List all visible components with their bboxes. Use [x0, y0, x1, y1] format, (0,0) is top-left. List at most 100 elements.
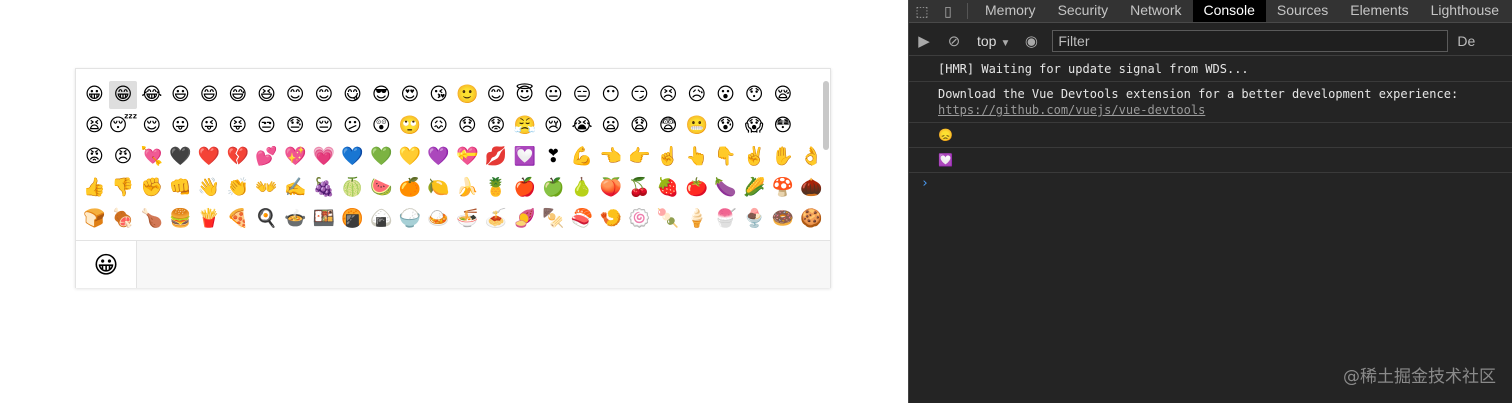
emoji-item[interactable]: 😖 [424, 112, 453, 140]
emoji-item[interactable]: 🍲 [281, 205, 310, 233]
footer-tab-smileys[interactable]: 😀 [76, 241, 137, 288]
tab-lighthouse[interactable]: Lighthouse [1420, 0, 1511, 22]
emoji-item[interactable]: 😎 [367, 81, 396, 109]
emoji-item[interactable]: 🍛 [424, 205, 453, 233]
emoji-item[interactable]: 💛 [396, 143, 425, 171]
emoji-item[interactable]: 😔 [310, 112, 339, 140]
emoji-item[interactable]: 😴 [109, 112, 138, 140]
emoji-item[interactable]: 🍌 [453, 174, 482, 202]
emoji-item[interactable]: 👈 [596, 143, 625, 171]
console-prompt[interactable]: › [909, 173, 1512, 194]
emoji-item[interactable]: 🌰 [797, 174, 822, 202]
emoji-item[interactable]: 🍒 [625, 174, 654, 202]
sidebar-toggle-icon[interactable]: ▶ [909, 28, 939, 54]
emoji-item[interactable]: 🍔 [166, 205, 195, 233]
emoji-item[interactable]: 😣 [654, 81, 683, 109]
emoji-item[interactable]: ❤️ [195, 143, 224, 171]
emoji-item[interactable]: 😧 [625, 112, 654, 140]
emoji-item[interactable]: 😀 [80, 81, 109, 109]
emoji-item[interactable]: 🍘 [338, 205, 367, 233]
tab-network[interactable]: Network [1119, 0, 1192, 22]
emoji-item[interactable]: 😭 [568, 112, 597, 140]
emoji-item[interactable]: 🍈 [338, 174, 367, 202]
emoji-item[interactable]: 🙂 [453, 81, 482, 109]
emoji-item[interactable]: 🍨 [740, 205, 769, 233]
emoji-item[interactable]: 😨 [654, 112, 683, 140]
emoji-item[interactable]: 🍡 [654, 205, 683, 233]
emoji-item[interactable]: 😜 [195, 112, 224, 140]
emoji-item[interactable]: 👆 [682, 143, 711, 171]
emoji-item[interactable]: 😋 [338, 81, 367, 109]
emoji-item[interactable]: 👋 [195, 174, 224, 202]
emoji-item[interactable]: 👉 [625, 143, 654, 171]
emoji-item[interactable]: 🍖 [109, 205, 138, 233]
emoji-item[interactable]: 🍅 [682, 174, 711, 202]
emoji-item[interactable]: 🍓 [654, 174, 683, 202]
emoji-item[interactable]: 😊 [310, 81, 339, 109]
tab-elements[interactable]: Elements [1339, 0, 1419, 22]
emoji-item[interactable]: 🍇 [310, 174, 339, 202]
emoji-item[interactable]: 🍎 [510, 174, 539, 202]
emoji-item[interactable]: 😱 [740, 112, 769, 140]
emoji-item[interactable]: 🍟 [195, 205, 224, 233]
emoji-item[interactable]: 😡 [80, 143, 109, 171]
emoji-item[interactable]: 🍱 [310, 205, 339, 233]
emoji-item[interactable]: ✌️ [740, 143, 769, 171]
emoji-item[interactable]: 😒 [252, 112, 281, 140]
emoji-item[interactable]: 😥 [682, 81, 711, 109]
emoji-item[interactable]: 🙄 [396, 112, 425, 140]
emoji-item[interactable]: 😟 [482, 112, 511, 140]
emoji-item[interactable]: ✊ [137, 174, 166, 202]
emoji-item[interactable]: 😅 [223, 81, 252, 109]
emoji-item[interactable]: 😓 [281, 112, 310, 140]
emoji-item[interactable]: 😃 [166, 81, 195, 109]
clear-console-icon[interactable]: ⊘ [939, 28, 969, 54]
emoji-item[interactable]: 💟 [510, 143, 539, 171]
emoji-item[interactable]: 😊 [281, 81, 310, 109]
emoji-item[interactable]: 🍢 [539, 205, 568, 233]
emoji-item[interactable]: 🍠 [510, 205, 539, 233]
emoji-item[interactable]: 🍊 [396, 174, 425, 202]
emoji-item[interactable]: 🍗 [137, 205, 166, 233]
inspect-element-icon[interactable]: ⬚ [909, 0, 935, 22]
emoji-item[interactable]: 🍄 [769, 174, 798, 202]
emoji-item[interactable]: 💚 [367, 143, 396, 171]
emoji-item[interactable]: 😲 [367, 112, 396, 140]
emoji-item[interactable]: 🍑 [596, 174, 625, 202]
emoji-item[interactable]: 😦 [596, 112, 625, 140]
emoji-item[interactable]: 💪 [568, 143, 597, 171]
emoji-item[interactable]: 😳 [769, 112, 798, 140]
default-levels-label[interactable]: De [1457, 33, 1475, 49]
emoji-item[interactable]: 😁 [108, 81, 138, 109]
emoji-item[interactable]: 😛 [166, 112, 195, 140]
emoji-item[interactable]: 😐 [539, 81, 568, 109]
emoji-item[interactable]: 🍤 [596, 205, 625, 233]
emoji-item[interactable]: 🍋 [424, 174, 453, 202]
emoji-item[interactable]: 😢 [539, 112, 568, 140]
emoji-item[interactable]: 😮 [711, 81, 740, 109]
emoji-item[interactable]: 😞 [453, 112, 482, 140]
emoji-item[interactable]: 👍 [80, 174, 109, 202]
emoji-item[interactable]: 😄 [195, 81, 224, 109]
emoji-item[interactable]: 😶 [596, 81, 625, 109]
emoji-item[interactable]: 😏 [625, 81, 654, 109]
emoji-item[interactable]: 👐 [252, 174, 281, 202]
emoji-item[interactable]: 😍 [396, 81, 425, 109]
emoji-item[interactable]: 🍙 [367, 205, 396, 233]
emoji-item[interactable]: 😌 [137, 112, 166, 140]
emoji-item[interactable]: ☝️ [654, 143, 683, 171]
emoji-item[interactable]: 🍳 [252, 205, 281, 233]
emoji-item[interactable]: ✋ [769, 143, 798, 171]
emoji-item[interactable]: ✍️ [281, 174, 310, 202]
tab-memory[interactable]: Memory [974, 0, 1047, 22]
emoji-item[interactable]: 😫 [80, 112, 109, 140]
console-message-link[interactable]: https://github.com/vuejs/vue-devtools [938, 103, 1205, 117]
emoji-item[interactable]: 💜 [424, 143, 453, 171]
emoji-item[interactable]: 🍩 [769, 205, 798, 233]
tab-sources[interactable]: Sources [1266, 0, 1339, 22]
emoji-item[interactable]: 👏 [223, 174, 252, 202]
emoji-item[interactable]: 🍪 [797, 205, 822, 233]
emoji-item[interactable]: 🍚 [396, 205, 425, 233]
emoji-item[interactable]: 🍐 [568, 174, 597, 202]
emoji-item[interactable]: 🍉 [367, 174, 396, 202]
